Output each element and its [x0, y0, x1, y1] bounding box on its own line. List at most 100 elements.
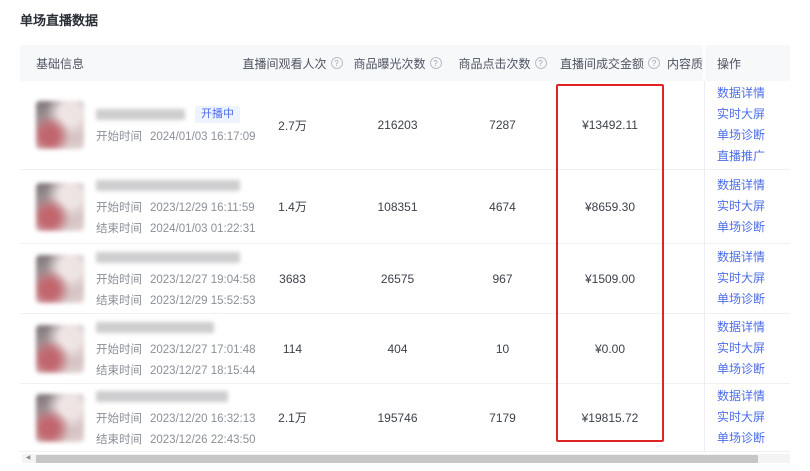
- clicks-value: 7287: [450, 81, 555, 169]
- start-time-label: 开始时间: [96, 413, 142, 425]
- col-header-gmv-label: 直播间成交金额: [560, 55, 644, 72]
- action-data-details[interactable]: 数据详情: [717, 179, 765, 192]
- basic-info-cell: 开始时间2023/12/27 17:01:48 结束时间2023/12/27 1…: [20, 314, 240, 383]
- col-header-exposure-label: 商品曝光次数: [353, 55, 425, 72]
- action-realtime-screen[interactable]: 实时大屏: [717, 342, 765, 355]
- col-header-exposure: 商品曝光次数 ?: [345, 45, 450, 81]
- info-icon[interactable]: ?: [535, 57, 547, 69]
- exposure-value: 108351: [345, 170, 450, 243]
- exposure-value: 26575: [345, 244, 450, 313]
- stream-thumbnail: [36, 101, 84, 149]
- viewers-value: 2.1万: [240, 384, 345, 451]
- action-data-details[interactable]: 数据详情: [717, 87, 765, 100]
- gmv-value: ¥13492.11: [555, 81, 665, 169]
- end-time-label: 结束时间: [96, 295, 142, 307]
- viewers-value: 2.7万: [240, 81, 345, 169]
- start-time-label: 开始时间: [96, 202, 142, 214]
- action-session-diagnosis[interactable]: 单场诊断: [717, 221, 765, 234]
- info-icon[interactable]: ?: [430, 57, 442, 69]
- action-session-diagnosis[interactable]: 单场诊断: [717, 363, 765, 376]
- basic-info-cell: 开始时间2023/12/29 16:11:59 结束时间2024/01/03 0…: [20, 170, 240, 243]
- gmv-value: ¥1509.00: [555, 244, 665, 313]
- action-realtime-screen[interactable]: 实时大屏: [717, 108, 765, 121]
- col-header-viewers: 直播间观看人次 ?: [240, 45, 345, 81]
- gmv-value: ¥0.00: [555, 314, 665, 383]
- end-time-line: 结束时间2023/12/26 22:43:50: [96, 431, 240, 447]
- actions-cell: 数据详情 实时大屏 单场诊断: [705, 244, 790, 313]
- stream-info: 开始时间2023/12/20 16:32:13 结束时间2023/12/26 2…: [96, 389, 240, 447]
- action-session-diagnosis[interactable]: 单场诊断: [717, 432, 765, 445]
- col-header-quality: 内容质量分: [665, 45, 705, 81]
- col-header-clicks-label: 商品点击次数: [458, 55, 530, 72]
- action-realtime-screen[interactable]: 实时大屏: [717, 272, 765, 285]
- end-time-line: 结束时间2023/12/29 15:52:53: [96, 292, 240, 308]
- scrollbar-left-arrow-icon[interactable]: ◀: [22, 454, 34, 463]
- stream-title-redacted: [96, 252, 240, 263]
- stream-title-redacted: [96, 322, 214, 333]
- gmv-value: ¥19815.72: [555, 384, 665, 451]
- stream-info: 开始时间2023/12/29 16:11:59 结束时间2024/01/03 0…: [96, 178, 240, 236]
- action-data-details[interactable]: 数据详情: [717, 390, 765, 403]
- col-header-viewers-label: 直播间观看人次: [242, 55, 326, 72]
- start-time-line: 开始时间2023/12/27 17:01:48: [96, 341, 240, 357]
- info-icon[interactable]: ?: [331, 57, 343, 69]
- action-realtime-screen[interactable]: 实时大屏: [717, 411, 765, 424]
- start-time-value: 2023/12/29 16:11:59: [150, 202, 255, 214]
- stream-thumbnail: [36, 255, 84, 303]
- clicks-value: 967: [450, 244, 555, 313]
- table-row: 开始时间2023/12/27 19:04:58 结束时间2023/12/29 1…: [20, 244, 790, 314]
- action-live-promotion[interactable]: 直播推广: [717, 150, 765, 163]
- col-header-basic-info: 基础信息: [20, 45, 240, 81]
- col-header-clicks: 商品点击次数 ?: [450, 45, 555, 81]
- clicks-value: 7179: [450, 384, 555, 451]
- start-time-line: 开始时间2023/12/27 19:04:58: [96, 271, 240, 287]
- table-row: 开始时间2023/12/27 17:01:48 结束时间2023/12/27 1…: [20, 314, 790, 384]
- basic-info-cell: 开始时间2023/12/20 16:32:13 结束时间2023/12/26 2…: [20, 384, 240, 451]
- action-session-diagnosis[interactable]: 单场诊断: [717, 129, 765, 142]
- stream-title-redacted: [96, 180, 240, 191]
- actions-cell: 数据详情 实时大屏 单场诊断: [705, 170, 790, 243]
- scrollbar-thumb[interactable]: [36, 455, 758, 463]
- clicks-value: 4674: [450, 170, 555, 243]
- live-status-badge: 开播中: [195, 106, 240, 123]
- actions-cell: 数据详情 实时大屏 单场诊断 直播推广: [705, 81, 790, 169]
- page-title: 单场直播数据: [20, 10, 98, 29]
- exposure-value: 216203: [345, 81, 450, 169]
- col-header-gmv: 直播间成交金额 ?: [555, 45, 665, 81]
- clicks-value: 10: [450, 314, 555, 383]
- exposure-value: 404: [345, 314, 450, 383]
- start-time-label: 开始时间: [96, 131, 142, 143]
- action-data-details[interactable]: 数据详情: [717, 251, 765, 264]
- table-row: 开始时间2023/12/29 16:11:59 结束时间2024/01/03 0…: [20, 170, 790, 244]
- action-session-diagnosis[interactable]: 单场诊断: [717, 293, 765, 306]
- stream-info: 开始时间2023/12/27 17:01:48 结束时间2023/12/27 1…: [96, 320, 240, 378]
- end-time-label: 结束时间: [96, 223, 142, 235]
- table-row: 开始时间2023/12/20 16:32:13 结束时间2023/12/26 2…: [20, 384, 790, 452]
- table-row: 开播中 开始时间2024/01/03 16:17:09 2.7万 216203 …: [20, 81, 790, 170]
- action-data-details[interactable]: 数据详情: [717, 321, 765, 334]
- viewers-value: 1.4万: [240, 170, 345, 243]
- basic-info-cell: 开播中 开始时间2024/01/03 16:17:09: [20, 81, 240, 169]
- stream-thumbnail: [36, 325, 84, 373]
- actions-cell: 数据详情 实时大屏 单场诊断: [705, 384, 790, 451]
- start-time-label: 开始时间: [96, 344, 142, 356]
- live-session-data-page: 单场直播数据 基础信息 直播间观看人次 ? 商品曝光次数 ? 商品点击次数 ? …: [0, 0, 810, 471]
- end-time-line: 结束时间2024/01/03 01:22:31: [96, 220, 240, 236]
- quality-value: [665, 314, 705, 383]
- start-time-line: 开始时间2024/01/03 16:17:09: [96, 128, 240, 144]
- exposure-value: 195746: [345, 384, 450, 451]
- live-sessions-table: 基础信息 直播间观看人次 ? 商品曝光次数 ? 商品点击次数 ? 直播间成交金额…: [20, 45, 790, 452]
- stream-info: 开始时间2023/12/27 19:04:58 结束时间2023/12/29 1…: [96, 250, 240, 308]
- quality-value: [665, 170, 705, 243]
- gmv-value: ¥8659.30: [555, 170, 665, 243]
- basic-info-cell: 开始时间2023/12/27 19:04:58 结束时间2023/12/29 1…: [20, 244, 240, 313]
- info-icon[interactable]: ?: [648, 57, 660, 69]
- horizontal-scrollbar[interactable]: ◀: [22, 454, 790, 463]
- stream-title-redacted: [96, 109, 185, 120]
- quality-value: [665, 384, 705, 451]
- start-time-line: 开始时间2023/12/29 16:11:59: [96, 199, 240, 215]
- quality-value: [665, 244, 705, 313]
- action-realtime-screen[interactable]: 实时大屏: [717, 200, 765, 213]
- end-time-label: 结束时间: [96, 434, 142, 446]
- viewers-value: 114: [240, 314, 345, 383]
